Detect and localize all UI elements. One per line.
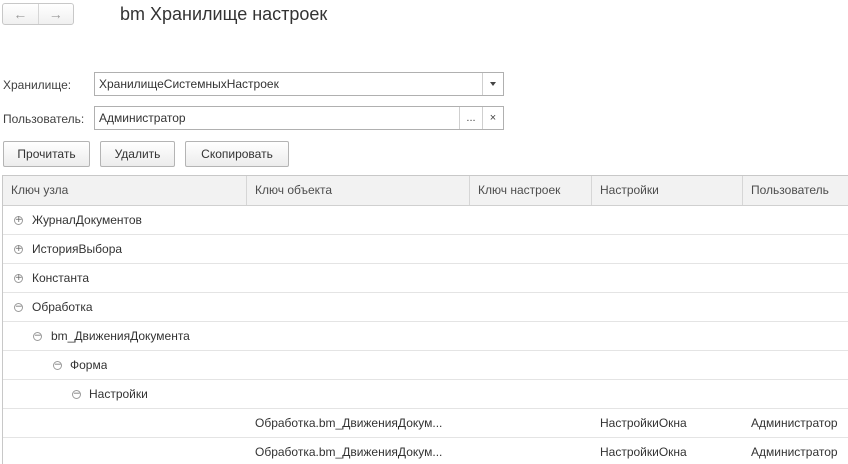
- ellipsis-icon: ...: [466, 112, 476, 124]
- collapse-icon[interactable]: −: [33, 332, 42, 341]
- storage-value[interactable]: ХранилищеСистемныхНастроек: [95, 73, 482, 95]
- column-header-user[interactable]: Пользователь: [743, 176, 848, 205]
- storage-dropdown-button[interactable]: [482, 73, 503, 95]
- node-key-cell: Настройки: [89, 387, 148, 401]
- user-cell: Администратор: [751, 445, 838, 459]
- node-key-cell: Константа: [32, 271, 89, 285]
- object-key-cell: Обработка.bm_ДвиженияДокум...: [255, 445, 443, 459]
- user-cell: Администратор: [751, 416, 838, 430]
- table-row[interactable]: − Форма: [3, 351, 848, 380]
- delete-button[interactable]: Удалить: [100, 141, 175, 167]
- settings-cell: НастройкиОкна: [600, 416, 687, 430]
- column-header-node-key[interactable]: Ключ узла: [3, 176, 247, 205]
- copy-button[interactable]: Скопировать: [185, 141, 289, 167]
- object-key-cell: Обработка.bm_ДвиженияДокум...: [255, 416, 443, 430]
- storage-field[interactable]: ХранилищеСистемныхНастроек: [94, 72, 504, 96]
- table-row[interactable]: − Настройки: [3, 380, 848, 409]
- node-key-cell: Форма: [70, 358, 108, 372]
- forward-arrow-icon[interactable]: →: [37, 4, 74, 24]
- expand-icon[interactable]: +: [14, 245, 23, 254]
- navigation-buttons: ← →: [2, 3, 74, 25]
- storage-label: Хранилище:: [3, 78, 72, 92]
- chevron-down-icon: [490, 82, 496, 86]
- user-label: Пользователь:: [3, 112, 85, 126]
- expand-icon[interactable]: +: [14, 274, 23, 283]
- node-key-cell: ИсторияВыбора: [32, 242, 123, 256]
- column-header-object-key[interactable]: Ключ объекта: [247, 176, 470, 205]
- user-value[interactable]: Администратор: [95, 107, 459, 129]
- table-row[interactable]: + ЖурналДокументов: [3, 206, 848, 235]
- expand-icon[interactable]: +: [14, 216, 23, 225]
- table-row[interactable]: − bm_ДвиженияДокумента: [3, 322, 848, 351]
- settings-grid[interactable]: Ключ узла Ключ объекта Ключ настроек Нас…: [2, 175, 848, 464]
- node-key-cell: Обработка: [32, 300, 93, 314]
- collapse-icon[interactable]: −: [14, 303, 23, 312]
- settings-cell: НастройкиОкна: [600, 445, 687, 459]
- page-title: bm Хранилище настроек: [120, 4, 328, 24]
- back-arrow-icon[interactable]: ←: [3, 4, 38, 24]
- close-icon: ×: [489, 112, 497, 124]
- user-select-button[interactable]: ...: [459, 107, 482, 129]
- grid-header: Ключ узла Ключ объекта Ключ настроек Нас…: [3, 176, 848, 206]
- table-row[interactable]: Обработка.bm_ДвиженияДокум... НастройкиО…: [3, 409, 848, 438]
- collapse-icon[interactable]: −: [72, 390, 81, 399]
- column-header-settings-key[interactable]: Ключ настроек: [470, 176, 592, 205]
- node-key-cell: ЖурналДокументов: [32, 213, 142, 227]
- read-button[interactable]: Прочитать: [3, 141, 90, 167]
- table-row[interactable]: Обработка.bm_ДвиженияДокум... НастройкиО…: [3, 438, 848, 464]
- column-header-settings[interactable]: Настройки: [592, 176, 743, 205]
- node-key-cell: bm_ДвиженияДокумента: [51, 329, 190, 343]
- table-row[interactable]: − Обработка: [3, 293, 848, 322]
- table-row[interactable]: + Константа: [3, 264, 848, 293]
- user-field[interactable]: Администратор ... ×: [94, 106, 504, 130]
- collapse-icon[interactable]: −: [53, 361, 62, 370]
- table-row[interactable]: + ИсторияВыбора: [3, 235, 848, 264]
- user-clear-button[interactable]: ×: [482, 107, 503, 129]
